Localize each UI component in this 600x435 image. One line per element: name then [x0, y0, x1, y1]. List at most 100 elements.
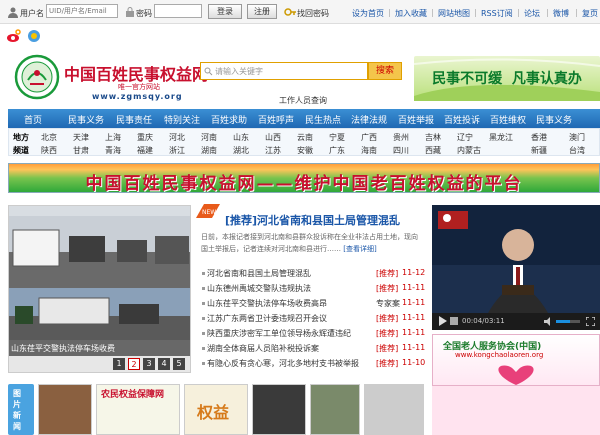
- region-link[interactable]: 重庆: [137, 132, 153, 143]
- link-sitemap[interactable]: 网站地图: [438, 8, 470, 19]
- region-link[interactable]: 黑龙江: [489, 132, 513, 143]
- nav-item-home[interactable]: 首页: [24, 113, 42, 126]
- username-input[interactable]: [46, 4, 118, 18]
- region-link[interactable]: 河北: [169, 132, 185, 143]
- nav-item-civil-duty-2[interactable]: 民事义务: [536, 113, 572, 126]
- region-link[interactable]: 北京: [41, 132, 57, 143]
- nav-item-help[interactable]: 百姓求助: [211, 113, 247, 126]
- region-link[interactable]: 湖南: [201, 145, 217, 156]
- region-link[interactable]: 安徽: [297, 145, 313, 156]
- nav-item-special-focus[interactable]: 特别关注: [164, 113, 200, 126]
- region-link[interactable]: 山东: [233, 132, 249, 143]
- qq-weibo-icon[interactable]: [26, 29, 42, 43]
- photo-thumb[interactable]: 权益: [184, 384, 248, 435]
- pink-ad-block[interactable]: [432, 386, 600, 435]
- photo-thumb[interactable]: [310, 384, 360, 435]
- nav-item-report[interactable]: 百姓举报: [398, 113, 434, 126]
- elderly-service-ad[interactable]: 全国老人服务协会(中国) www.kongchaolaoren.org: [432, 334, 600, 386]
- slide-page-4[interactable]: 4: [158, 358, 170, 370]
- fullscreen-icon[interactable]: [585, 316, 596, 329]
- region-link[interactable]: 香港: [531, 132, 547, 143]
- site-logo[interactable]: 中国百姓民事权益网 唯一官方网站 www.zgmsqy.org: [14, 52, 224, 104]
- slide-page-1[interactable]: 1: [113, 358, 125, 370]
- staff-query-link[interactable]: 工作人员查询: [279, 95, 327, 106]
- news-more-link[interactable]: [查看详细]: [343, 245, 376, 253]
- news-item[interactable]: 江苏广东两省卫计委违规召开会议 [推荐] 11-11: [201, 311, 426, 326]
- nav-item-civil-liability[interactable]: 民事责任: [116, 113, 152, 126]
- link-weibo[interactable]: 微博: [553, 8, 569, 19]
- video-player[interactable]: [432, 205, 600, 330]
- photo-thumb[interactable]: [364, 384, 424, 435]
- region-link[interactable]: 贵州: [393, 132, 409, 143]
- register-button[interactable]: 注册: [247, 4, 277, 19]
- photo-thumb[interactable]: [38, 384, 92, 435]
- nav-item-voice[interactable]: 百姓呼声: [258, 113, 294, 126]
- region-link[interactable]: 内蒙古: [457, 145, 481, 156]
- region-link[interactable]: 陕西: [41, 145, 57, 156]
- region-link[interactable]: 青海: [105, 145, 121, 156]
- link-rss[interactable]: RSS订阅: [481, 8, 513, 19]
- region-link[interactable]: 吉林: [425, 132, 441, 143]
- slide-page-3[interactable]: 3: [143, 358, 155, 370]
- nav-item-rights[interactable]: 百姓维权: [490, 113, 526, 126]
- nav-item-complaint[interactable]: 百姓投诉: [444, 113, 480, 126]
- search-input[interactable]: 请输入关键字: [200, 62, 368, 80]
- photo-thumb[interactable]: 农民权益保障网: [96, 384, 180, 435]
- nav-item-civil-duty[interactable]: 民事义务: [68, 113, 104, 126]
- photo-slideshow[interactable]: 山东荏平交警执法停车场收费 1 2 3 4 5: [8, 205, 191, 373]
- region-link[interactable]: 宁夏: [329, 132, 345, 143]
- news-item-title[interactable]: 湖南全体商届人员陷补税投诉案: [207, 343, 319, 354]
- password-label: 密码: [136, 9, 152, 18]
- region-link[interactable]: 山西: [265, 132, 281, 143]
- news-item[interactable]: 陕西重庆涉密军工单位领导杨永辉遭违纪 [推荐] 11-11: [201, 326, 426, 341]
- news-item[interactable]: 山东德州禹城交警队违规执法 [推荐] 11-11: [201, 281, 426, 296]
- photo-thumb[interactable]: [252, 384, 306, 435]
- news-item-title[interactable]: 陕西重庆涉密军工单位领导杨永辉遭违纪: [207, 328, 351, 339]
- region-link[interactable]: 西藏: [425, 145, 441, 156]
- news-item-title[interactable]: 山东德州禹城交警队违规执法: [207, 283, 311, 294]
- news-headline[interactable]: [推荐]河北省南和县国土局管理混乱: [225, 212, 400, 228]
- region-link[interactable]: 福建: [137, 145, 153, 156]
- link-add-favorite[interactable]: 加入收藏: [395, 8, 427, 19]
- region-link[interactable]: 澳门: [569, 132, 585, 143]
- region-link[interactable]: 新疆: [531, 145, 547, 156]
- region-link[interactable]: 河南: [201, 132, 217, 143]
- region-link[interactable]: 广西: [361, 132, 377, 143]
- news-item-title[interactable]: 有隐心反有贪心寒，河北多地村支书被举报: [207, 358, 359, 369]
- region-link[interactable]: 江苏: [265, 145, 281, 156]
- news-item[interactable]: 有隐心反有贪心寒，河北多地村支书被举报 [推荐] 11-10: [201, 356, 426, 371]
- region-link[interactable]: 上海: [105, 132, 121, 143]
- region-link[interactable]: 海南: [361, 145, 377, 156]
- weibo-icon[interactable]: [6, 29, 22, 43]
- news-item[interactable]: 山东荏平交警执法停车场收费高昂 专家案 11-11: [201, 296, 426, 311]
- news-item[interactable]: 河北省南和县国土局管理混乱 [推荐] 11-12: [201, 266, 426, 281]
- login-button[interactable]: 登录: [208, 4, 242, 19]
- slide-page-5[interactable]: 5: [173, 358, 185, 370]
- news-item-title[interactable]: 河北省南和县国土局管理混乱: [207, 268, 311, 279]
- slide-page-2[interactable]: 2: [128, 358, 140, 370]
- password-input[interactable]: [154, 4, 202, 18]
- region-link[interactable]: 广东: [329, 145, 345, 156]
- region-link[interactable]: 辽宁: [457, 132, 473, 143]
- link-forum[interactable]: 论坛: [524, 8, 540, 19]
- link-set-homepage[interactable]: 设为首页: [352, 8, 384, 19]
- region-link[interactable]: 云南: [297, 132, 313, 143]
- region-link[interactable]: 甘肃: [73, 145, 89, 156]
- region-link[interactable]: 天津: [73, 132, 89, 143]
- play-icon[interactable]: [438, 316, 448, 329]
- news-item-title[interactable]: 江苏广东两省卫计委违规召开会议: [207, 313, 327, 324]
- nav-item-laws[interactable]: 法律法规: [351, 113, 387, 126]
- photo-news-tab[interactable]: 图片新闻: [8, 384, 34, 435]
- nav-item-hot-topics[interactable]: 民生热点: [305, 113, 341, 126]
- region-link[interactable]: 四川: [393, 145, 409, 156]
- search-button[interactable]: 搜索: [368, 62, 402, 80]
- region-link[interactable]: 浙江: [169, 145, 185, 156]
- link-mobile[interactable]: 复页: [582, 8, 598, 19]
- volume-icon[interactable]: [544, 317, 554, 329]
- region-link[interactable]: 台湾: [569, 145, 585, 156]
- forgot-password-link[interactable]: 找回密码: [297, 8, 329, 19]
- news-item[interactable]: 湖南全体商届人员陷补税投诉案 [推荐] 11-11: [201, 341, 426, 356]
- news-item-title[interactable]: 山东荏平交警执法停车场收费高昂: [207, 298, 327, 309]
- region-link[interactable]: 湖北: [233, 145, 249, 156]
- stop-icon[interactable]: [450, 317, 458, 328]
